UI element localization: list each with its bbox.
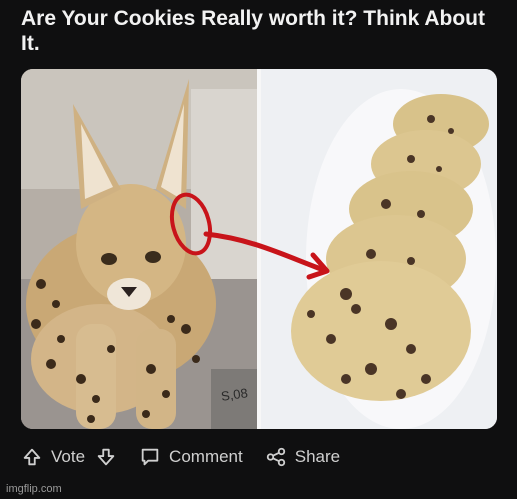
vote-group: Vote — [21, 446, 117, 468]
post-image[interactable]: S,08 — [21, 69, 497, 429]
post-actions: Vote Comment Share — [21, 442, 340, 472]
annotation-arrow — [203, 231, 330, 280]
downvote-icon[interactable] — [95, 446, 117, 468]
comment-icon — [139, 446, 161, 468]
share-button[interactable]: Share — [265, 446, 340, 468]
post-title: Are Your Cookies Really worth it? Think … — [21, 7, 485, 55]
comment-button[interactable]: Comment — [139, 446, 243, 468]
share-icon — [265, 446, 287, 468]
upvote-icon[interactable] — [21, 446, 43, 468]
share-label: Share — [294, 447, 341, 466]
comment-label: Comment — [169, 447, 243, 466]
vote-label: Vote — [51, 447, 86, 466]
imgflip-watermark: imgflip.com — [6, 483, 62, 495]
